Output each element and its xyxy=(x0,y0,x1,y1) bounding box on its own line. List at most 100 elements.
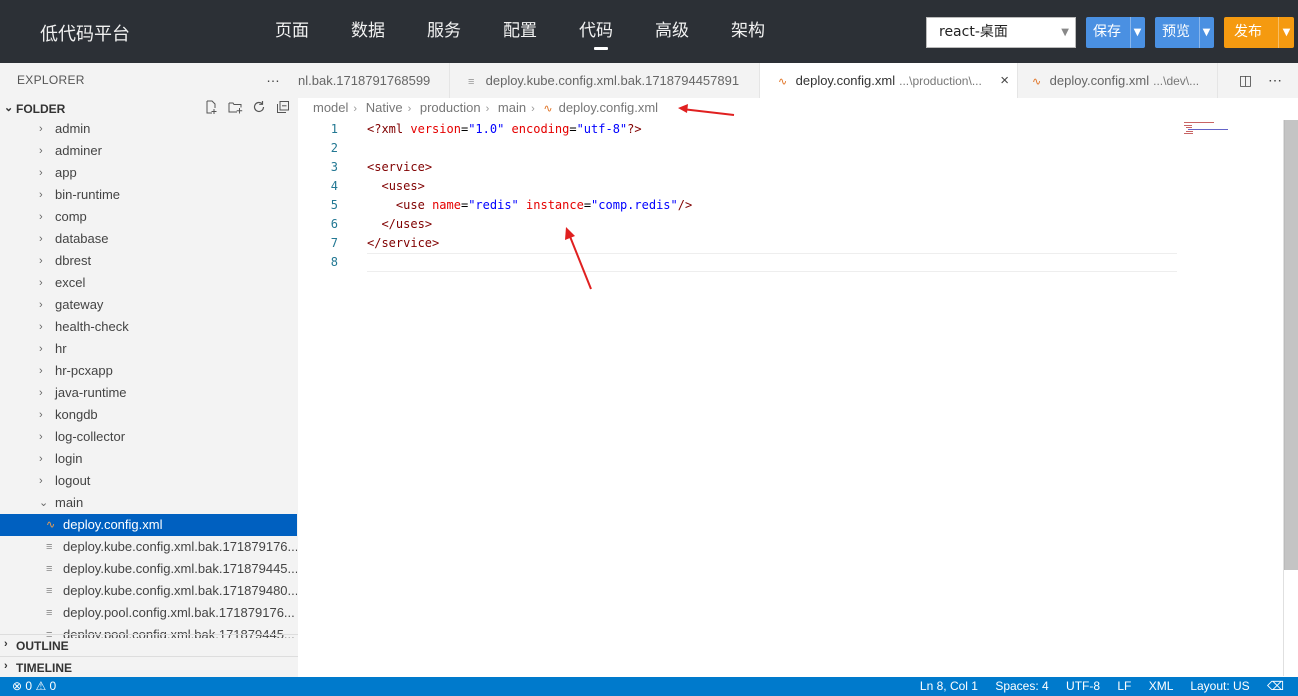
tree-folder-dbrest[interactable]: › dbrest xyxy=(0,250,297,272)
chevron-right-icon: › xyxy=(4,660,8,672)
timeline-section[interactable]: › TIMELINE xyxy=(0,656,298,678)
code-line: <uses> xyxy=(381,179,425,193)
indentation[interactable]: Spaces: 4 xyxy=(995,679,1048,693)
breadcrumb-item[interactable]: deploy.config.xml xyxy=(559,100,658,115)
collapse-all-icon[interactable] xyxy=(275,100,291,116)
tree-folder-comp[interactable]: › comp xyxy=(0,206,297,228)
code-editor[interactable]: 1 2 3 4 5 6 7 8 <?xml version="1.0" enco… xyxy=(298,120,1298,676)
chevron-right-icon: › xyxy=(39,453,43,465)
tree-folder-label: hr-pcxapp xyxy=(55,363,113,378)
line-ending[interactable]: LF xyxy=(1117,679,1131,693)
rss-file-icon: ∿ xyxy=(543,103,553,115)
nav-service[interactable]: 服务 xyxy=(427,0,503,63)
tree-folder-label: bin-runtime xyxy=(55,187,121,202)
tree-folder-label: app xyxy=(55,165,77,180)
chevron-right-icon: › xyxy=(531,103,535,115)
split-editor-icon[interactable]: ◫ xyxy=(1239,72,1252,88)
nav-config[interactable]: 配置 xyxy=(503,0,579,63)
tree-folder-gateway[interactable]: › gateway xyxy=(0,294,297,316)
publish-button[interactable]: 发布 ▼ xyxy=(1224,17,1294,48)
tree-folder-java-runtime[interactable]: › java-runtime xyxy=(0,382,297,404)
preview-dropdown-icon[interactable]: ▼ xyxy=(1199,17,1213,48)
tree-folder-health-check[interactable]: › health-check xyxy=(0,316,297,338)
env-select[interactable]: react-桌面 ▼ xyxy=(926,17,1076,48)
minimap[interactable] xyxy=(1184,120,1244,140)
breadcrumb-item[interactable]: Native xyxy=(366,100,403,115)
env-select-value: react-桌面 xyxy=(939,24,1008,40)
tab-bak-1[interactable]: nl.bak.1718791768599 xyxy=(298,63,450,98)
code-line: <use name="redis" instance="comp.redis"/… xyxy=(395,198,693,212)
breadcrumb-item[interactable]: model xyxy=(313,100,348,115)
tree-file-label: deploy.kube.config.xml.bak.171879176... xyxy=(63,539,297,554)
refresh-icon[interactable] xyxy=(251,100,267,116)
chevron-right-icon: › xyxy=(39,343,43,355)
breadcrumb-item[interactable]: main xyxy=(498,100,526,115)
folder-title: FOLDER xyxy=(16,102,66,116)
bell-icon[interactable]: ⌫ xyxy=(1267,679,1284,693)
save-button[interactable]: 保存 ▼ xyxy=(1086,17,1145,48)
tree-folder-adminer[interactable]: › adminer xyxy=(0,140,297,162)
annotation-arrow-breadcrumb xyxy=(678,104,735,116)
tree-file[interactable]: ≡ deploy.kube.config.xml.bak.171879445... xyxy=(0,558,297,580)
app-title: 低代码平台 xyxy=(40,24,130,45)
more-actions-icon[interactable]: … xyxy=(266,69,280,85)
tab-deploy-config-production[interactable]: ∿ deploy.config.xml ...\production\... × xyxy=(760,63,1018,98)
encoding[interactable]: UTF-8 xyxy=(1066,679,1100,693)
tree-folder-excel[interactable]: › excel xyxy=(0,272,297,294)
save-dropdown-icon[interactable]: ▼ xyxy=(1130,17,1144,48)
tree-folder-main[interactable]: ⌄ main xyxy=(0,492,297,514)
text-file-icon: ≡ xyxy=(46,541,53,553)
chevron-right-icon: › xyxy=(39,233,43,245)
chevron-right-icon: › xyxy=(485,103,490,115)
chevron-right-icon: › xyxy=(39,409,43,421)
tree-folder-bin-runtime[interactable]: › bin-runtime xyxy=(0,184,297,206)
code-line: <?xml version="1.0" encoding="utf-8"?> xyxy=(367,122,642,136)
code-line: </service> xyxy=(367,236,440,250)
tab-deploy-config-dev[interactable]: ∿ deploy.config.xml ...\dev\... xyxy=(1018,63,1218,98)
nav-data[interactable]: 数据 xyxy=(351,0,427,63)
code-line: <service> xyxy=(367,160,433,174)
nav-page[interactable]: 页面 xyxy=(275,0,351,63)
vertical-scrollbar[interactable] xyxy=(1284,120,1298,570)
tree-folder-app[interactable]: › app xyxy=(0,162,297,184)
cursor-position[interactable]: Ln 8, Col 1 xyxy=(920,679,978,693)
tree-folder-log-collector[interactable]: › log-collector xyxy=(0,426,297,448)
more-actions-icon[interactable]: ⋯ xyxy=(1268,72,1282,88)
tree-folder-label: comp xyxy=(55,209,87,224)
tree-folder-database[interactable]: › database xyxy=(0,228,297,250)
nav-code[interactable]: 代码 xyxy=(579,0,655,63)
breadcrumb-item[interactable]: production xyxy=(420,100,481,115)
line-number: 1 xyxy=(330,122,338,136)
tree-folder-hr-pcxapp[interactable]: › hr-pcxapp xyxy=(0,360,297,382)
new-file-icon[interactable] xyxy=(203,100,219,116)
tree-file[interactable]: ≡ deploy.kube.config.xml.bak.171879480... xyxy=(0,580,297,602)
problems-indicator[interactable]: ⊗ 0 ⚠ 0 xyxy=(12,677,56,696)
tree-folder-label: java-runtime xyxy=(55,385,127,400)
tree-file-deploy-config[interactable]: ∿ deploy.config.xml xyxy=(0,514,297,536)
text-file-icon: ≡ xyxy=(468,76,475,88)
breadcrumb: model › Native › production › main › ∿ deploy… xyxy=(313,100,658,120)
outline-section[interactable]: › OUTLINE xyxy=(0,634,298,656)
nav-advanced[interactable]: 高级 xyxy=(655,0,731,63)
tree-folder-logout[interactable]: › logout xyxy=(0,470,297,492)
nav-architecture[interactable]: 架构 xyxy=(731,0,807,63)
chevron-right-icon: › xyxy=(39,431,43,443)
keyboard-layout[interactable]: Layout: US xyxy=(1190,679,1249,693)
preview-button[interactable]: 预览 ▼ xyxy=(1155,17,1214,48)
close-icon[interactable]: × xyxy=(1000,63,1009,98)
file-tree: › admin › adminer › app › bin-runtime › comp … xyxy=(0,118,297,638)
language-mode[interactable]: XML xyxy=(1149,679,1173,693)
tree-file[interactable]: ≡ deploy.kube.config.xml.bak.171879176... xyxy=(0,536,297,558)
tree-file[interactable]: ≡ deploy.pool.config.xml.bak.171879176... xyxy=(0,602,297,624)
new-folder-icon[interactable] xyxy=(227,100,243,116)
text-file-icon: ≡ xyxy=(46,607,53,619)
tree-folder-hr[interactable]: › hr xyxy=(0,338,297,360)
tree-folder-login[interactable]: › login xyxy=(0,448,297,470)
tree-folder-admin[interactable]: › admin xyxy=(0,118,297,140)
publish-dropdown-icon[interactable]: ▼ xyxy=(1278,17,1294,48)
tree-folder-kongdb[interactable]: › kongdb xyxy=(0,404,297,426)
chevron-right-icon: › xyxy=(39,475,43,487)
code-content[interactable]: <?xml version="1.0" encoding="utf-8"?> <… xyxy=(367,120,1177,272)
tab-kube-bak[interactable]: ≡ deploy.kube.config.xml.bak.17187944578… xyxy=(450,63,760,98)
tab-description: ...\production\... xyxy=(899,74,982,88)
